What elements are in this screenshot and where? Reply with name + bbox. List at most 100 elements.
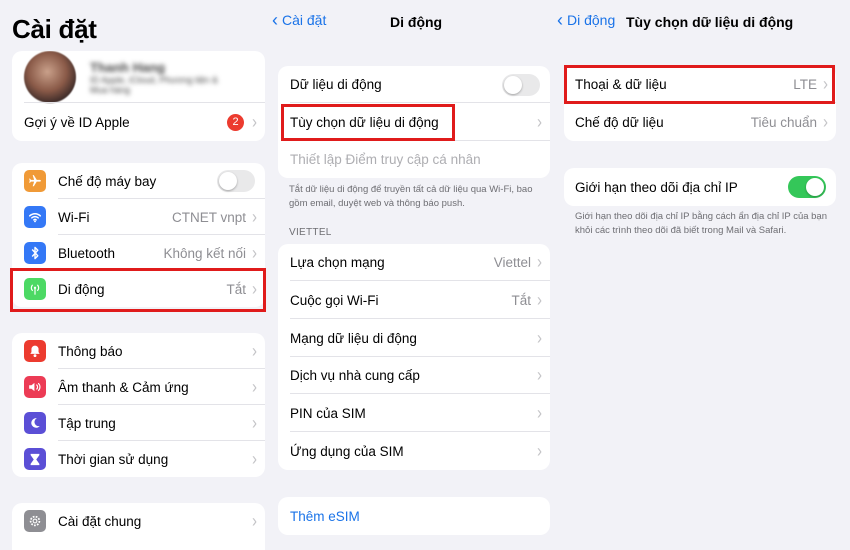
nav-title: Di động	[390, 14, 443, 30]
carrier-services-row[interactable]: Dịch vụ nhà cung cấp ›	[278, 357, 550, 394]
airplane-mode-label: Chế độ máy bay	[58, 173, 157, 189]
notifications-label: Thông báo	[58, 343, 123, 359]
sounds-label: Âm thanh & Cảm ứng	[58, 379, 189, 395]
wifi-label: Wi-Fi	[58, 209, 90, 225]
focus-row[interactable]: Tập trung ›	[12, 405, 265, 441]
data-mode-label: Chế độ dữ liệu	[575, 114, 664, 130]
cellular-data-row[interactable]: Dữ liệu di động	[278, 66, 550, 103]
data-options-row[interactable]: Tùy chọn dữ liệu di động ›	[278, 103, 550, 141]
data-mode-row[interactable]: Chế độ dữ liệu Tiêu chuẩn ›	[564, 103, 836, 141]
chevron-right-icon: ›	[537, 365, 542, 386]
airplane-mode-row[interactable]: Chế độ máy bay	[12, 163, 265, 199]
voice-data-label: Thoại & dữ liệu	[575, 77, 667, 92]
hotspot-row[interactable]: Thiết lập Điểm truy cập cá nhân	[278, 141, 550, 178]
profile-row[interactable]: Thanh Hang ID Apple, iCloud, Phương tiện…	[12, 51, 265, 103]
chevron-right-icon: ›	[537, 327, 542, 349]
chevron-right-icon: ›	[537, 440, 542, 462]
screen-time-label: Thời gian sử dụng	[58, 451, 169, 467]
apple-id-suggest-row[interactable]: Gợi ý về ID Apple 2 ›	[12, 103, 265, 141]
limit-ip-toggle[interactable]	[788, 176, 826, 198]
chevron-right-icon: ›	[252, 340, 257, 362]
wifi-value: CTNET vnpt	[171, 209, 246, 225]
limit-ip-footnote: Giới hạn theo dõi địa chỉ IP bằng cách ẩ…	[575, 211, 827, 236]
network-row[interactable]: Lựa chọn mạng Viettel ›	[278, 244, 550, 281]
connectivity-group: Chế độ máy bay Wi-Fi CTNET vnpt › Blueto…	[12, 163, 265, 307]
bell-icon	[24, 340, 46, 362]
limit-ip-row[interactable]: Giới hạn theo dõi địa chỉ IP	[564, 168, 836, 206]
avatar	[24, 51, 76, 103]
chevron-right-icon: ›	[252, 111, 257, 133]
data-options-panel: ‹ Di động Tùy chọn dữ liệu di động Thoại…	[555, 0, 850, 550]
voice-data-group: Thoại & dữ liệu LTE › Chế độ dữ liệu Tiê…	[564, 66, 836, 141]
chevron-right-icon: ›	[252, 206, 257, 228]
voice-data-value: LTE	[793, 77, 817, 92]
gear-icon	[24, 510, 46, 532]
bluetooth-row[interactable]: Bluetooth Không kết nối ›	[12, 235, 265, 271]
carrier-group: Lựa chọn mạng Viettel › Cuộc gọi Wi-Fi T…	[278, 244, 550, 470]
chevron-right-icon: ›	[252, 412, 257, 434]
bluetooth-icon	[24, 242, 46, 264]
mobile-value: Tắt	[226, 281, 246, 297]
add-esim-button[interactable]: Thêm eSIM	[278, 497, 550, 535]
wifi-calling-label: Cuộc gọi Wi-Fi	[290, 292, 379, 308]
chevron-right-icon: ›	[823, 74, 828, 95]
cellular-data-label: Dữ liệu di động	[290, 77, 382, 92]
wifi-calling-row[interactable]: Cuộc gọi Wi-Fi Tắt ›	[278, 281, 550, 319]
speaker-icon	[24, 376, 46, 398]
back-label: Di động	[567, 12, 616, 28]
sounds-row[interactable]: Âm thanh & Cảm ứng ›	[12, 369, 265, 405]
cellular-footnote: Tắt dữ liệu di động để truyền tất cả dữ …	[289, 184, 533, 209]
general-row[interactable]: Cài đặt chung ›	[12, 503, 265, 539]
general-group: Cài đặt chung ›	[12, 503, 265, 550]
esim-group: Thêm eSIM	[278, 497, 550, 535]
nav-title: Tùy chọn dữ liệu di động	[626, 14, 794, 30]
chevron-right-icon: ›	[252, 510, 257, 532]
bluetooth-label: Bluetooth	[58, 245, 116, 261]
sim-pin-row[interactable]: PIN của SIM ›	[278, 394, 550, 432]
voice-data-row[interactable]: Thoại & dữ liệu LTE ›	[564, 66, 836, 103]
settings-panel: Cài đặt Thanh Hang ID Apple, iCloud, Phư…	[0, 0, 272, 550]
sim-apps-row[interactable]: Ứng dụng của SIM ›	[278, 432, 550, 470]
focus-label: Tập trung	[58, 415, 116, 431]
data-mode-value: Tiêu chuẩn	[750, 114, 817, 130]
chevron-left-icon: ‹	[272, 10, 278, 30]
chevron-right-icon: ›	[537, 252, 542, 273]
back-button[interactable]: ‹ Di động	[557, 10, 616, 30]
screen-time-row[interactable]: Thời gian sử dụng ›	[12, 441, 265, 477]
profile-subtitle: ID Apple, iCloud, Phương tiện &	[90, 74, 218, 85]
mobile-label: Di động	[58, 281, 105, 297]
chevron-left-icon: ‹	[557, 10, 563, 30]
cellular-network-row[interactable]: Mạng dữ liệu di động ›	[278, 319, 550, 357]
wifi-calling-value: Tắt	[511, 292, 531, 308]
network-value: Viettel	[493, 255, 531, 270]
limit-ip-label: Giới hạn theo dõi địa chỉ IP	[575, 179, 738, 195]
chevron-right-icon: ›	[252, 376, 257, 398]
airplane-icon	[24, 170, 46, 192]
chevron-right-icon: ›	[252, 448, 257, 470]
hourglass-icon	[24, 448, 46, 470]
profile-name: Thanh Hang	[90, 59, 166, 75]
notifications-row[interactable]: Thông báo ›	[12, 333, 265, 369]
limit-ip-group: Giới hạn theo dõi địa chỉ IP	[564, 168, 836, 206]
cellular-network-label: Mạng dữ liệu di động	[290, 330, 417, 346]
wifi-row[interactable]: Wi-Fi CTNET vnpt ›	[12, 199, 265, 235]
hotspot-label: Thiết lập Điểm truy cập cá nhân	[290, 152, 481, 167]
chevron-right-icon: ›	[537, 111, 542, 133]
notifications-group: Thông báo › Âm thanh & Cảm ứng › Tập tru…	[12, 333, 265, 477]
add-esim-label: Thêm eSIM	[290, 508, 360, 524]
wifi-icon	[24, 206, 46, 228]
chevron-right-icon: ›	[823, 111, 828, 133]
sim-apps-label: Ứng dụng của SIM	[290, 443, 404, 459]
notification-badge: 2	[227, 113, 244, 131]
back-button[interactable]: ‹ Cài đặt	[272, 10, 327, 30]
mobile-row[interactable]: Di động Tắt ›	[12, 271, 265, 307]
back-label: Cài đặt	[282, 12, 327, 28]
apple-id-suggest-label: Gợi ý về ID Apple	[24, 114, 130, 130]
cellular-data-toggle[interactable]	[502, 73, 540, 96]
antenna-icon	[24, 278, 46, 300]
cellular-group: Dữ liệu di động Tùy chọn dữ liệu di động…	[278, 66, 550, 178]
chevron-right-icon: ›	[252, 242, 257, 264]
airplane-mode-toggle[interactable]	[217, 170, 255, 192]
profile-group: Thanh Hang ID Apple, iCloud, Phương tiện…	[12, 51, 265, 141]
mobile-panel: ‹ Cài đặt Di động Dữ liệu di động Tùy ch…	[272, 0, 555, 550]
